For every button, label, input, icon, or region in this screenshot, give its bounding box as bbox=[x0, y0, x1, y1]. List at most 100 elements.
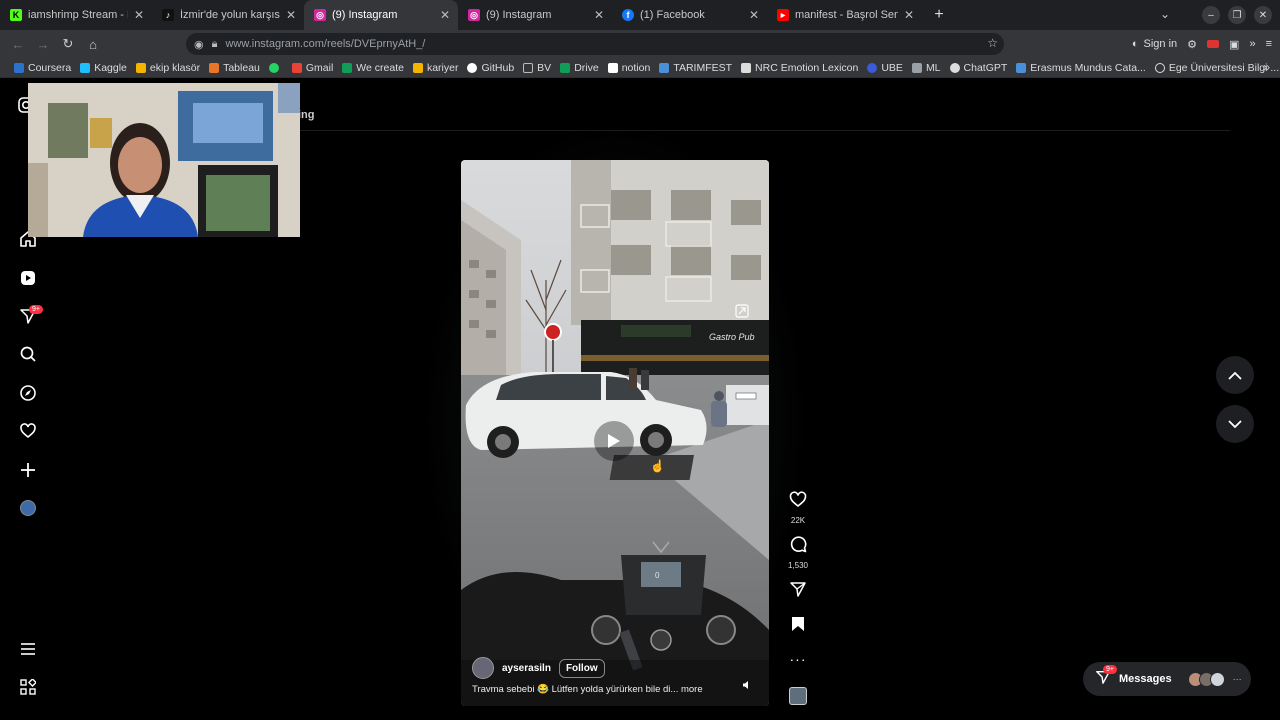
webcam-overlay bbox=[28, 83, 300, 237]
mute-icon[interactable] bbox=[742, 680, 752, 693]
bookmark-gmail[interactable]: Gmail bbox=[291, 62, 333, 74]
tab-title: manifest - Başrol Sensin | bbox=[795, 9, 898, 21]
sign-in-button[interactable]: ◐ Sign in bbox=[1132, 38, 1177, 50]
bookmark-ml[interactable]: ML bbox=[911, 62, 941, 74]
coursera-icon bbox=[14, 62, 24, 73]
tab-title: iamshrimp Stream - Kick bbox=[28, 9, 128, 21]
reel-caption[interactable]: Travma sebebi 😂 Lütfen yolda yürürken bi… bbox=[472, 684, 703, 695]
kick-favicon-icon: K bbox=[10, 9, 22, 21]
github-icon bbox=[467, 62, 478, 73]
tab-youtube[interactable]: ▶ manifest - Başrol Sensin | ✕ bbox=[767, 0, 922, 30]
also-from-meta-icon[interactable] bbox=[18, 677, 38, 697]
bookmark-ekip-klasor[interactable]: ekip klasör bbox=[135, 62, 200, 74]
close-tab-icon[interactable]: ✕ bbox=[904, 8, 914, 22]
bookmark-nrc[interactable]: NRC Emotion Lexicon bbox=[741, 62, 858, 74]
more-options-icon[interactable]: ··· bbox=[790, 651, 807, 667]
hamburger-menu-icon[interactable] bbox=[18, 639, 38, 659]
bookmark-we-create[interactable]: We create bbox=[342, 62, 404, 74]
search-icon[interactable] bbox=[18, 344, 38, 364]
bookmark-erasmus[interactable]: Erasmus Mundus Cata... bbox=[1016, 62, 1146, 74]
site-info-icon[interactable]: ◉ bbox=[194, 38, 204, 51]
close-tab-icon[interactable]: ✕ bbox=[134, 8, 144, 22]
expand-icon[interactable] bbox=[734, 303, 750, 319]
more-bookmarks-icon[interactable]: » bbox=[1263, 60, 1270, 74]
close-tab-icon[interactable]: ✕ bbox=[440, 8, 450, 22]
back-arrow-icon[interactable]: ← bbox=[6, 32, 30, 56]
forward-arrow-icon[interactable]: → bbox=[31, 32, 55, 56]
more-avatars-icon: ··· bbox=[1232, 674, 1242, 684]
home-icon[interactable]: ⌂ bbox=[81, 32, 105, 56]
reload-icon[interactable]: ↻ bbox=[56, 32, 80, 56]
new-tab-button[interactable]: + bbox=[926, 2, 952, 28]
share-paper-plane-icon[interactable] bbox=[789, 580, 807, 603]
lock-icon: 🔒︎ bbox=[211, 37, 218, 50]
notion-icon bbox=[607, 62, 618, 73]
like-action: 22K bbox=[786, 491, 810, 525]
close-tab-icon[interactable]: ✕ bbox=[594, 8, 604, 22]
address-bar[interactable]: ◉ 🔒︎ www.instagram.com/reels/DVEprnyAtH_… bbox=[186, 33, 1004, 55]
menu-icon[interactable]: ≡ bbox=[1266, 38, 1272, 50]
profile-avatar[interactable] bbox=[18, 498, 38, 518]
like-count: 22K bbox=[790, 516, 806, 525]
author-avatar[interactable] bbox=[472, 657, 494, 679]
extensions-icon[interactable]: ⚙ bbox=[1187, 38, 1197, 51]
restore-icon[interactable]: ❐ bbox=[1228, 6, 1246, 24]
bookmark-drive[interactable]: Drive bbox=[560, 62, 599, 74]
folder-icon bbox=[523, 62, 534, 73]
tab-facebook[interactable]: f (1) Facebook ✕ bbox=[612, 0, 767, 30]
share-action bbox=[786, 580, 810, 603]
url-text[interactable]: www.instagram.com/reels/DVEprnyAtH_/ bbox=[225, 38, 425, 50]
close-tab-icon[interactable]: ✕ bbox=[749, 8, 759, 22]
follow-button[interactable]: Follow bbox=[558, 658, 605, 678]
bookmark-star-icon[interactable]: ☆ bbox=[987, 36, 998, 50]
bookmark-chatgpt[interactable]: ChatGPT bbox=[949, 62, 1007, 74]
next-reel-button[interactable] bbox=[1216, 405, 1254, 443]
bookmark-kaggle[interactable]: Kaggle bbox=[80, 62, 127, 74]
create-plus-icon[interactable] bbox=[18, 460, 38, 480]
explore-icon[interactable] bbox=[18, 383, 38, 403]
close-window-icon[interactable]: ✕ bbox=[1254, 6, 1272, 24]
youtube-favicon-icon: ▶ bbox=[777, 9, 789, 21]
sidebar-icon[interactable]: ▣ bbox=[1229, 38, 1239, 51]
messages-button[interactable]: 9+ Messages ··· bbox=[1083, 662, 1251, 696]
previous-reel-button[interactable] bbox=[1216, 356, 1254, 394]
browser-toolbar: ← → ↻ ⌂ ◉ 🔒︎ www.instagram.com/reels/DVE… bbox=[0, 30, 1280, 58]
bookmark-notion[interactable]: notion bbox=[607, 62, 650, 74]
tab-instagram[interactable]: ◎ (9) Instagram ✕ bbox=[458, 0, 612, 30]
tab-tiktok[interactable]: ♪ İzmir'de yolun karşısın ✕ bbox=[152, 0, 304, 30]
reels-icon[interactable] bbox=[18, 268, 38, 288]
instagram-favicon-icon: ◎ bbox=[468, 9, 480, 21]
tab-search-chevron-icon[interactable]: ⌄ bbox=[1160, 7, 1170, 21]
author-username[interactable]: ayserasiln bbox=[502, 663, 551, 674]
more-tools-icon[interactable]: » bbox=[1249, 38, 1255, 50]
save-action bbox=[786, 616, 810, 637]
kaggle-icon bbox=[80, 62, 91, 73]
bookmark-whatsapp[interactable] bbox=[268, 62, 283, 73]
close-tab-icon[interactable]: ✕ bbox=[286, 8, 296, 22]
like-heart-icon[interactable] bbox=[789, 491, 807, 513]
bookmark-kariyer[interactable]: kariyer bbox=[412, 62, 458, 74]
gmail-icon bbox=[291, 62, 302, 73]
tab-kick[interactable]: K iamshrimp Stream - Kick ✕ bbox=[0, 0, 152, 30]
drive-icon bbox=[412, 62, 423, 73]
whatsapp-icon bbox=[268, 62, 279, 73]
heart-icon[interactable] bbox=[18, 421, 38, 441]
recording-extension-icon[interactable] bbox=[1207, 40, 1220, 48]
account-icon: ◐ bbox=[1131, 38, 1139, 50]
bookmark-tarimfest[interactable]: TARIMFEST bbox=[659, 62, 732, 74]
bookmark-ege[interactable]: Ege Üniversitesi Bilgi ... bbox=[1154, 62, 1279, 74]
bookmark-bv[interactable]: BV bbox=[523, 62, 551, 74]
bookmark-ube[interactable]: UBE bbox=[867, 62, 903, 74]
tab-title: (9) Instagram bbox=[486, 9, 552, 21]
minimize-icon[interactable]: – bbox=[1202, 6, 1220, 24]
tab-strip: K iamshrimp Stream - Kick ✕ ♪ İzmir'de y… bbox=[0, 0, 1280, 30]
bookmark-save-icon[interactable] bbox=[791, 616, 805, 637]
bookmark-coursera[interactable]: Coursera bbox=[14, 62, 71, 74]
bookmark-tableau[interactable]: Tableau bbox=[209, 62, 260, 74]
notification-badge: 9+ bbox=[29, 305, 43, 314]
comment-bubble-icon[interactable] bbox=[789, 535, 807, 558]
play-button[interactable] bbox=[594, 421, 634, 461]
bookmark-github[interactable]: GitHub bbox=[467, 62, 514, 74]
audio-thumbnail[interactable] bbox=[789, 687, 807, 705]
tab-instagram-active[interactable]: ◎ (9) Instagram ✕ bbox=[304, 0, 458, 30]
